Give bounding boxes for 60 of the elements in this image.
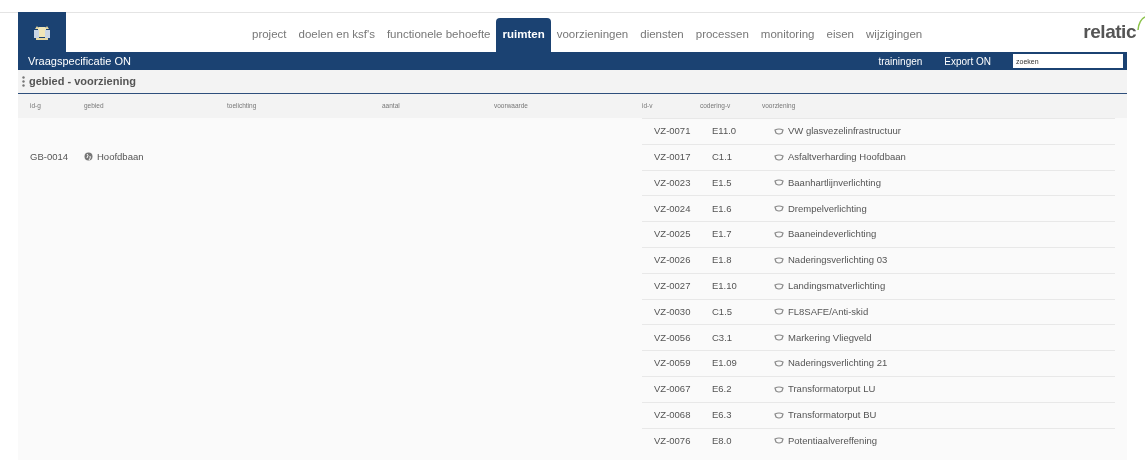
table-cell-text: E11.0 (712, 124, 738, 139)
table-cell-text: FL8SAFE/Anti-skid (788, 304, 869, 319)
table-cell: Hoofdbaan (97, 149, 144, 164)
table-cell: GB-0014 (30, 150, 69, 162)
nav-tab[interactable]: wijzigingen (860, 18, 929, 52)
project-title: Vraagspecificatie ON (28, 53, 131, 69)
table-cell-text: VZ-0025 (653, 227, 692, 242)
table-cell-text: VZ-0068 (653, 408, 692, 423)
table-cell: VW glasvezelinfrastructuur (788, 124, 901, 139)
table-cell: Naderingsverlichting 21 (788, 356, 888, 371)
table-cell: Landingsmatverlichting (788, 279, 886, 294)
table-cell: Drempelverlichting (788, 201, 867, 216)
nav-tab[interactable]: doelen en ksf's (292, 18, 381, 52)
table-cell: Transformatorput BU (788, 408, 877, 423)
table-cell-text: E1.5 (712, 175, 733, 190)
table-cell: Naderingsverlichting 03 (788, 253, 888, 268)
globe-icon (84, 152, 93, 162)
table-cell: Markering Vliegveld (788, 330, 872, 345)
table-cell: Baaneindeverlichting (788, 227, 877, 242)
nav-tab[interactable]: processen (689, 18, 755, 52)
table-cell: Asfaltverharding Hoofdbaan (788, 150, 906, 165)
table-cell-text: VZ-0017 (653, 150, 692, 165)
nav-tab[interactable]: monitoring (754, 18, 821, 52)
table-cell-text: C1.5 (712, 304, 734, 319)
table-cell-text: VZ-0056 (653, 330, 692, 345)
table-cell-text: VZ-0024 (653, 201, 692, 216)
nav-tab[interactable]: diensten (634, 18, 690, 52)
table-cell-text: VZ-0076 (653, 433, 692, 448)
table-cell-text: VZ-0067 (653, 382, 692, 397)
table-cell-text: VZ-0026 (653, 253, 692, 268)
table-cell-text: E8.0 (712, 433, 733, 448)
nav-tab[interactable]: ruimten (496, 18, 551, 52)
bar-link[interactable]: trainingen (878, 53, 923, 69)
table-cell-text: C3.1 (712, 330, 734, 345)
table-cell-text: E1.7 (712, 227, 733, 242)
section-title: gebied - voorziening (29, 74, 136, 90)
swoosh-icon (1137, 16, 1145, 32)
table-cell-text: Baanhartlijnverlichting (788, 175, 881, 190)
table-cell-text: VZ-0030 (653, 304, 692, 319)
nav-tab[interactable]: voorzieningen (550, 18, 635, 52)
table-cell-text: E1.10 (712, 279, 738, 294)
table-cell: Transformatorput LU (788, 382, 876, 397)
table-cell-text: Potentiaalvereffening (788, 433, 878, 448)
table-cell-text: VZ-0027 (653, 279, 692, 294)
table-cell-text: C1.1 (712, 150, 734, 165)
table-cell-text: E1.09 (712, 356, 738, 371)
table-cell-text: VZ-0023 (653, 175, 692, 190)
table-cell-text: E1.8 (712, 253, 733, 268)
menu-dots-icon[interactable] (22, 76, 25, 87)
table-cell-text: VZ-0071 (653, 124, 692, 139)
table-cell-text: VZ-0059 (653, 356, 692, 371)
table-cell-text: E6.2 (712, 382, 733, 397)
nav-tab[interactable]: functionele behoefte (380, 18, 497, 52)
brand-logo: relatic (1083, 19, 1136, 44)
table-cell-text: E1.6 (712, 201, 733, 216)
nav-tab[interactable]: project (246, 18, 293, 52)
bar-link[interactable]: Export ON (944, 53, 991, 69)
table-cell-text: E6.3 (712, 408, 733, 423)
nav-tab[interactable]: eisen (820, 18, 860, 52)
logo-tile[interactable] (18, 12, 66, 52)
